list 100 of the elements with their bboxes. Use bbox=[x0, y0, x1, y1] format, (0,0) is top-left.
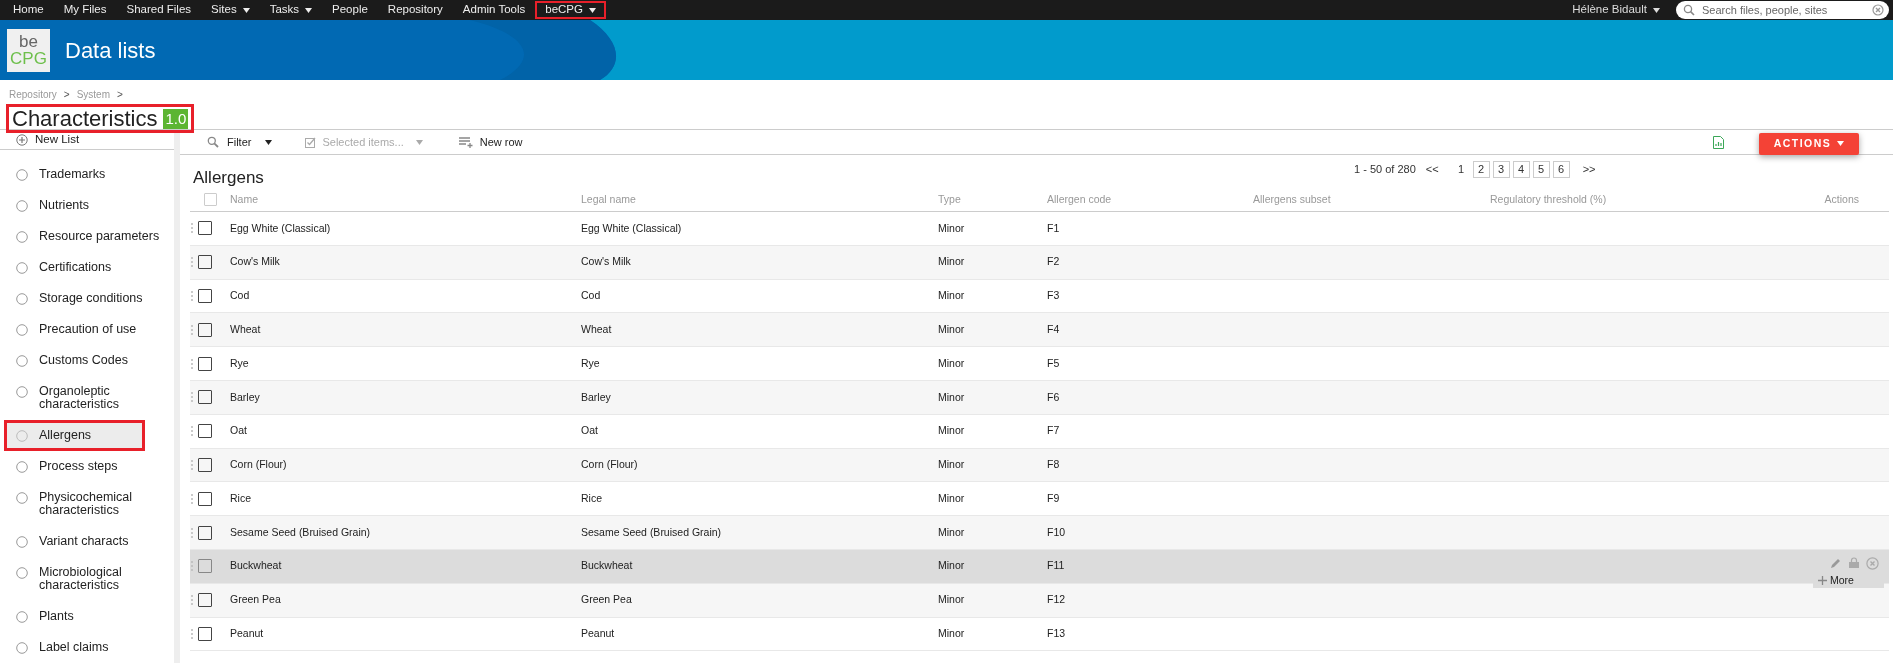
last-page-link[interactable]: >> bbox=[1582, 161, 1596, 178]
nav-link[interactable]: Sites bbox=[201, 1, 260, 19]
nav-link[interactable]: People bbox=[322, 1, 378, 19]
table-row[interactable]: Sesame Seed (Bruised Grain) Sesame Seed (Bruised Grain) Minor F10 bbox=[190, 516, 1889, 550]
drag-handle-icon[interactable] bbox=[191, 628, 193, 639]
drag-handle-icon[interactable] bbox=[191, 426, 193, 437]
sidebar-item[interactable]: Microbiological characteristics bbox=[0, 557, 174, 601]
table-row[interactable]: Cow's Milk Cow's Milk Minor F2 bbox=[190, 245, 1889, 280]
row-checkbox[interactable] bbox=[198, 221, 212, 236]
table-cell-text: Minor bbox=[938, 524, 966, 540]
sidebar-item[interactable]: Physicochemical characteristics bbox=[0, 482, 174, 526]
search-field[interactable]: Search files, people, sites bbox=[1676, 1, 1889, 19]
drag-handle-icon[interactable] bbox=[191, 324, 193, 335]
table-cell-text: Peanut bbox=[581, 626, 616, 642]
drag-handle-icon[interactable] bbox=[191, 257, 193, 268]
row-checkbox[interactable] bbox=[198, 255, 212, 270]
row-checkbox[interactable] bbox=[198, 626, 212, 641]
row-checkbox[interactable] bbox=[198, 424, 212, 439]
row-checkbox[interactable] bbox=[198, 559, 212, 574]
nav-link[interactable]: Home bbox=[3, 1, 54, 19]
nav-link[interactable]: beCPG bbox=[535, 1, 606, 19]
table-cell-text: Cod bbox=[230, 288, 251, 304]
page-link[interactable]: 5 bbox=[1532, 161, 1550, 178]
clear-icon[interactable] bbox=[1872, 4, 1884, 16]
radio-icon bbox=[16, 567, 28, 579]
sidebar-item[interactable]: Label claims bbox=[0, 632, 174, 663]
checkbox-icon bbox=[305, 136, 317, 148]
nav-link[interactable]: My Files bbox=[53, 1, 117, 19]
table-cell-text: Rye bbox=[581, 355, 601, 371]
table-cell-text: Green Pea bbox=[230, 592, 282, 608]
drag-handle-icon[interactable] bbox=[191, 392, 193, 403]
row-checkbox[interactable] bbox=[198, 457, 212, 472]
row-checkbox[interactable] bbox=[198, 356, 212, 371]
radio-icon bbox=[16, 430, 28, 442]
drag-handle-icon[interactable] bbox=[191, 459, 193, 470]
sidebar-item[interactable]: Process steps bbox=[0, 451, 174, 482]
sidebar-item[interactable]: Storage conditions bbox=[0, 283, 174, 314]
table-row[interactable]: Barley Barley Minor F6 bbox=[190, 381, 1889, 415]
table-cell-text: F10 bbox=[1047, 524, 1067, 540]
actions-button[interactable]: ACTIONS bbox=[1759, 132, 1859, 155]
drag-handle-icon[interactable] bbox=[191, 358, 193, 369]
more-menu[interactable]: More bbox=[1813, 573, 1884, 588]
page-link[interactable]: 4 bbox=[1512, 161, 1530, 178]
row-checkbox[interactable] bbox=[198, 390, 212, 405]
plus-circle-icon bbox=[16, 133, 28, 146]
row-checkbox[interactable] bbox=[198, 593, 212, 608]
sidebar-item[interactable]: Customs Codes bbox=[0, 345, 174, 376]
drag-handle-icon[interactable] bbox=[191, 493, 193, 504]
nav-link[interactable]: Shared Files bbox=[116, 1, 202, 19]
lock-icon[interactable] bbox=[1848, 557, 1860, 570]
user-menu[interactable]: Hélène Bidault bbox=[1572, 1, 1660, 19]
delete-icon[interactable] bbox=[1866, 556, 1879, 570]
filter-button[interactable]: Filter bbox=[207, 133, 273, 151]
row-checkbox[interactable] bbox=[198, 491, 212, 506]
table-row[interactable]: Green Pea Green Pea Minor F12 bbox=[190, 583, 1889, 618]
nav-link[interactable]: Admin Tools bbox=[452, 1, 536, 19]
sidebar-item[interactable]: Organoleptic characteristics bbox=[0, 376, 174, 420]
sidebar-item[interactable]: Trademarks bbox=[0, 159, 174, 190]
table-cell-text: Barley bbox=[230, 389, 261, 405]
row-checkbox[interactable] bbox=[198, 525, 212, 540]
table-cell-text: F5 bbox=[1047, 355, 1061, 371]
page-link[interactable]: 3 bbox=[1492, 161, 1510, 178]
edit-icon[interactable] bbox=[1830, 557, 1842, 570]
sidebar-item[interactable]: Plants bbox=[0, 601, 174, 632]
drag-handle-icon[interactable] bbox=[191, 223, 193, 234]
page-link[interactable]: 1 bbox=[1452, 161, 1470, 178]
list-title: Allergens bbox=[193, 167, 264, 189]
drag-handle-icon[interactable] bbox=[191, 595, 193, 606]
sidebar-item[interactable]: Allergens bbox=[4, 420, 145, 451]
table-cell-text: F12 bbox=[1047, 592, 1067, 608]
sidebar-item[interactable]: Resource parameters bbox=[0, 221, 174, 252]
new-list-button[interactable]: New List bbox=[0, 130, 174, 150]
first-page-link[interactable]: << bbox=[1425, 161, 1439, 178]
table-cell-text: Buckwheat bbox=[230, 558, 283, 574]
sidebar-item[interactable]: Nutrients bbox=[0, 190, 174, 221]
table-row[interactable]: Wheat Wheat Minor F4 bbox=[190, 313, 1889, 348]
table-cell-text: Corn (Flour) bbox=[230, 457, 288, 473]
drag-handle-icon[interactable] bbox=[191, 527, 193, 538]
spreadsheet-icon[interactable] bbox=[1713, 135, 1724, 149]
sidebar-item[interactable]: Variant characts bbox=[0, 526, 174, 557]
table-cell-text: Rice bbox=[581, 490, 603, 506]
table-cell-text: Sesame Seed (Bruised Grain) bbox=[581, 524, 723, 540]
sidebar-item[interactable]: Precaution of use bbox=[0, 314, 174, 345]
new-row-button[interactable]: New row bbox=[458, 133, 523, 151]
row-checkbox[interactable] bbox=[198, 322, 212, 337]
select-all-checkbox[interactable] bbox=[203, 193, 217, 206]
pagination-range: 1 - 50 of 280 bbox=[1354, 162, 1416, 178]
table-cell-text: F6 bbox=[1047, 389, 1061, 405]
nav-link[interactable]: Tasks bbox=[259, 1, 323, 19]
page-link[interactable]: 2 bbox=[1472, 161, 1490, 178]
sidebar-item[interactable]: Certifications bbox=[0, 252, 174, 283]
drag-handle-icon[interactable] bbox=[191, 561, 193, 572]
app-logo[interactable]: be CPG bbox=[7, 28, 50, 72]
drag-handle-icon[interactable] bbox=[191, 291, 193, 301]
table-row[interactable]: Corn (Flour) Corn (Flour) Minor F8 bbox=[190, 448, 1889, 483]
nav-link[interactable]: Repository bbox=[377, 1, 453, 19]
table-cell-text: Oat bbox=[230, 423, 248, 439]
page-link[interactable]: 6 bbox=[1552, 161, 1570, 178]
row-checkbox[interactable] bbox=[198, 289, 212, 303]
logo-text: be bbox=[19, 33, 38, 50]
